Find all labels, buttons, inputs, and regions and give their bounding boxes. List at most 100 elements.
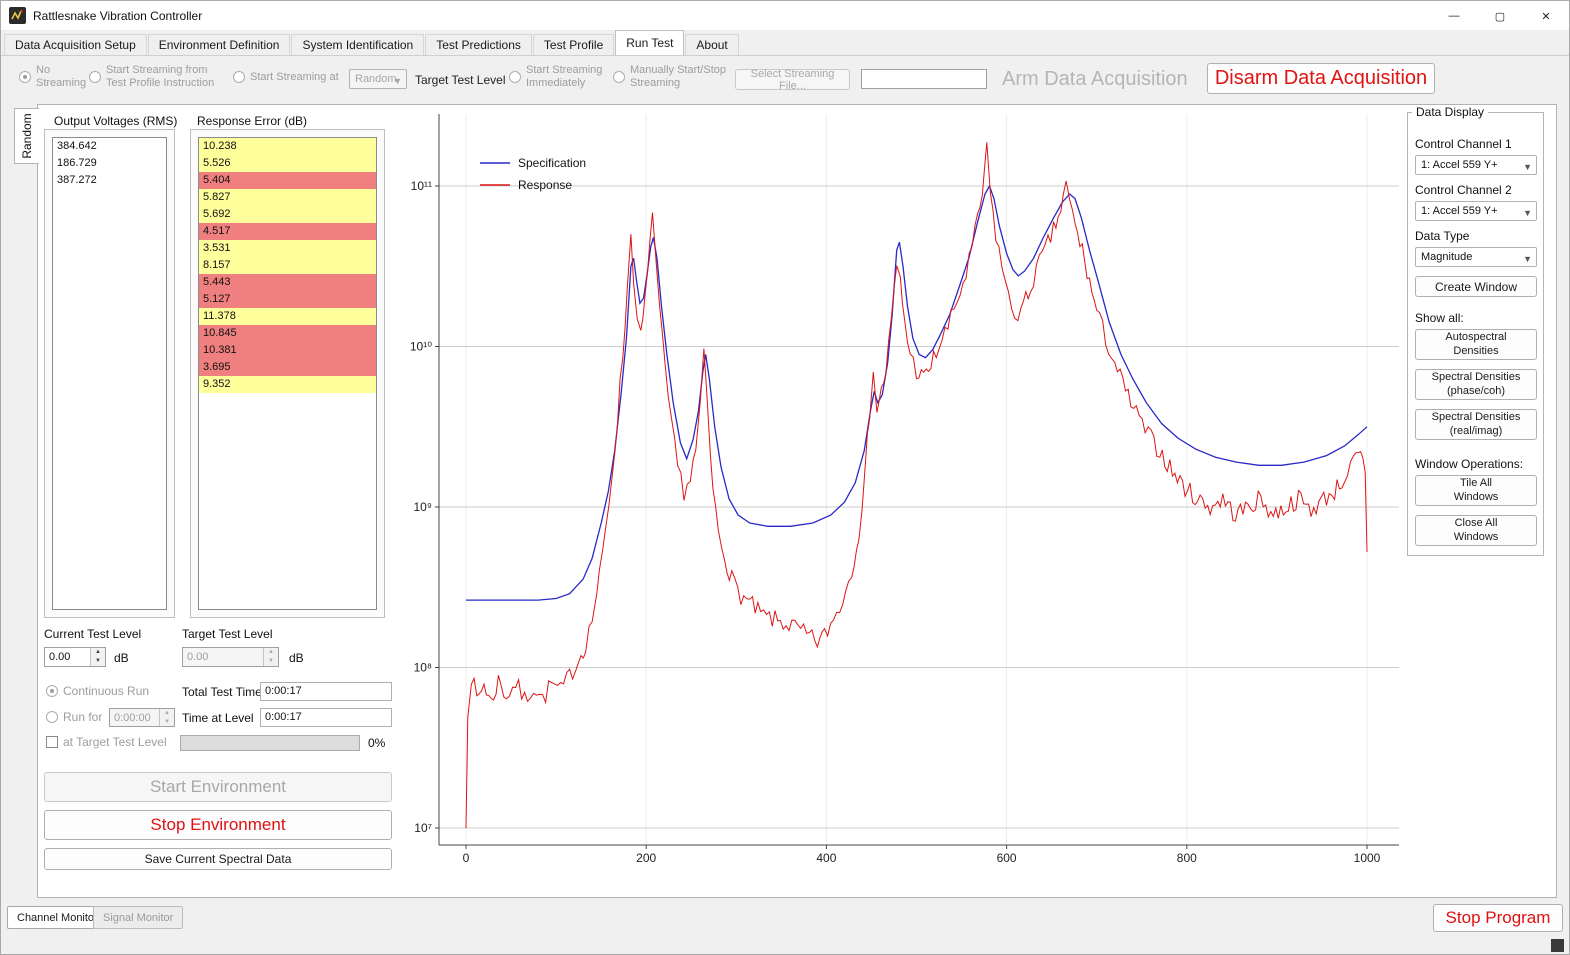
checkbox-at-target-test-level[interactable]: at Target Test Level [46, 735, 167, 749]
list-item[interactable]: 11.378 [199, 308, 376, 325]
radio-no-streaming[interactable]: NoStreaming [19, 64, 86, 90]
radio-icon [509, 71, 521, 83]
radio-run-for[interactable]: Run for [46, 710, 102, 724]
radio-stream-at-level[interactable]: Start Streaming at [233, 71, 339, 83]
svg-text:Response: Response [518, 178, 572, 192]
output-voltages-list[interactable]: 384.642186.729387.272 [52, 137, 167, 610]
time-at-level-field: 0:00:17 [260, 708, 392, 727]
button-label: Spectral Densities [1432, 371, 1521, 384]
current-test-level-spinbox[interactable]: 0.00 ▲▼ [44, 647, 106, 667]
data-type-label: Data Type [1415, 229, 1469, 243]
save-current-spectral-data-button[interactable]: Save Current Spectral Data [44, 848, 392, 870]
chevron-down-icon: ▼ [393, 72, 402, 89]
total-test-time-label: Total Test Time [182, 685, 262, 699]
target-db-unit: dB [289, 651, 304, 665]
run-test-panel: Output Voltages (RMS) 384.642186.729387.… [37, 104, 1557, 898]
close-button[interactable]: ✕ [1523, 1, 1569, 31]
minimize-button[interactable]: — [1431, 1, 1477, 31]
radio-continuous-run[interactable]: Continuous Run [46, 684, 149, 698]
stop-environment-button[interactable]: Stop Environment [44, 810, 392, 840]
time-at-level-label: Time at Level [182, 711, 254, 725]
list-item[interactable]: 384.642 [53, 138, 166, 155]
list-item[interactable]: 8.157 [199, 257, 376, 274]
stream-level-value: Random [355, 73, 397, 85]
list-item[interactable]: 5.443 [199, 274, 376, 291]
run-for-duration-spinbox[interactable]: 0:00:00 ▲▼ [109, 708, 175, 727]
disarm-data-acquisition-button[interactable]: Disarm Data Acquisition [1207, 63, 1435, 94]
list-item[interactable]: 3.695 [199, 359, 376, 376]
spinner-arrows-icon[interactable]: ▲▼ [90, 648, 105, 666]
titlebar: Rattlesnake Vibration Controller — ▢ ✕ [1, 1, 1569, 31]
maximize-button[interactable]: ▢ [1477, 1, 1523, 31]
environment-tab-random[interactable]: Random [14, 108, 39, 164]
radio-no-streaming-label: NoStreaming [36, 64, 86, 90]
list-item[interactable]: 186.729 [53, 155, 166, 172]
tab-about[interactable]: About [685, 34, 738, 55]
streaming-file-input[interactable] [861, 69, 987, 89]
radio-icon [233, 71, 245, 83]
tab-run-test[interactable]: Run Test [615, 30, 684, 55]
list-item[interactable]: 387.272 [53, 172, 166, 189]
tab-data-acquisition-setup[interactable]: Data Acquisition Setup [4, 34, 147, 55]
list-item[interactable]: 10.381 [199, 342, 376, 359]
data-type-combobox[interactable]: Magnitude ▼ [1415, 247, 1537, 267]
tile-all-windows-button[interactable]: Tile All Windows [1415, 475, 1537, 506]
spectral-densities-real-imag-button[interactable]: Spectral Densities (real/imag) [1415, 409, 1537, 440]
spinner-arrows-icon[interactable]: ▲▼ [263, 648, 278, 666]
list-item[interactable]: 5.404 [199, 172, 376, 189]
svg-text:600: 600 [997, 851, 1017, 865]
data-display-title: Data Display [1412, 105, 1488, 119]
tab-signal-monitor[interactable]: Signal Monitor [93, 906, 183, 929]
output-voltages-frame: 384.642186.729387.272 [44, 129, 175, 618]
spinner-arrows-icon[interactable]: ▲▼ [159, 709, 174, 726]
chart-canvas: 0200400600800100010⁷10⁸10⁹10¹⁰10¹¹Specif… [400, 106, 1405, 884]
target-test-level-toolbar-label: Target Test Level [415, 73, 506, 87]
progress-percent-label: 0% [368, 736, 385, 750]
select-streaming-file-button[interactable]: Select Streaming File... [735, 69, 850, 90]
tab-test-profile[interactable]: Test Profile [533, 34, 614, 55]
streaming-toolbar: NoStreaming Start Streaming fromTest Pro… [1, 56, 1569, 104]
stop-program-button[interactable]: Stop Program [1433, 904, 1563, 932]
radio-manual-streaming-label: Manually Start/StopStreaming [630, 64, 726, 90]
response-error-list[interactable]: 10.2385.5265.4045.8275.6924.5173.5318.15… [198, 137, 377, 610]
create-window-button[interactable]: Create Window [1415, 276, 1537, 297]
radio-icon [613, 71, 625, 83]
svg-text:0: 0 [463, 851, 470, 865]
total-test-time-field: 0:00:17 [260, 682, 392, 701]
list-item[interactable]: 3.531 [199, 240, 376, 257]
tab-system-identification[interactable]: System Identification [291, 34, 424, 55]
control-channel-2-combobox[interactable]: 1: Accel 559 Y+ ▼ [1415, 201, 1537, 221]
tab-environment-definition[interactable]: Environment Definition [148, 34, 291, 55]
start-environment-button[interactable]: Start Environment [44, 772, 392, 802]
spectral-density-chart[interactable]: 0200400600800100010⁷10⁸10⁹10¹⁰10¹¹Specif… [400, 106, 1405, 884]
target-test-level-label: Target Test Level [182, 627, 273, 641]
control-channel-2-value: 1: Accel 559 Y+ [1421, 205, 1498, 217]
list-item[interactable]: 10.845 [199, 325, 376, 342]
spectral-densities-phase-coh-button[interactable]: Spectral Densities (phase/coh) [1415, 369, 1537, 400]
radio-stream-from-profile[interactable]: Start Streaming fromTest Profile Instruc… [89, 64, 214, 90]
close-all-windows-button[interactable]: Close All Windows [1415, 515, 1537, 546]
window-controls: — ▢ ✕ [1431, 1, 1569, 31]
arm-data-acquisition-button[interactable]: Arm Data Acquisition [995, 64, 1195, 95]
svg-text:200: 200 [636, 851, 656, 865]
list-item[interactable]: 9.352 [199, 376, 376, 393]
radio-stream-immediately[interactable]: Start StreamingImmediately [509, 64, 602, 90]
radio-manual-streaming[interactable]: Manually Start/StopStreaming [613, 64, 726, 90]
list-item[interactable]: 5.526 [199, 155, 376, 172]
list-item[interactable]: 10.238 [199, 138, 376, 155]
svg-text:10⁷: 10⁷ [414, 821, 432, 835]
current-db-unit: dB [114, 651, 129, 665]
continuous-run-label: Continuous Run [63, 684, 149, 698]
list-item[interactable]: 5.127 [199, 291, 376, 308]
stream-level-combobox[interactable]: Random ▼ [349, 69, 407, 89]
target-test-level-spinbox[interactable]: 0.00 ▲▼ [182, 647, 279, 667]
list-item[interactable]: 5.692 [199, 206, 376, 223]
tab-test-predictions[interactable]: Test Predictions [425, 34, 532, 55]
radio-icon [46, 685, 58, 697]
resize-grip[interactable] [1551, 939, 1564, 952]
list-item[interactable]: 5.827 [199, 189, 376, 206]
autospectral-densities-button[interactable]: Autospectral Densities [1415, 329, 1537, 360]
window-operations-label: Window Operations: [1415, 457, 1523, 471]
control-channel-1-combobox[interactable]: 1: Accel 559 Y+ ▼ [1415, 155, 1537, 175]
list-item[interactable]: 4.517 [199, 223, 376, 240]
